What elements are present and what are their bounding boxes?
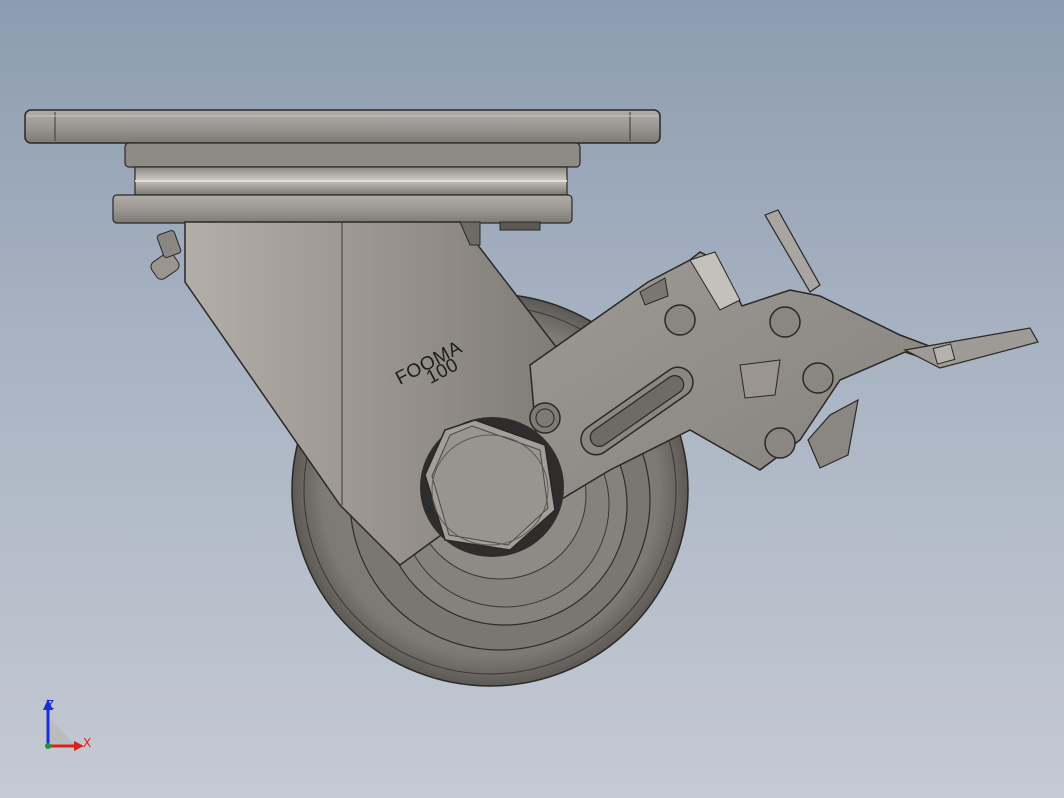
triad-z-label: Z [46, 698, 54, 712]
coordinate-triad: Z X [43, 698, 91, 751]
pivot-hole-4 [764, 427, 796, 459]
triad-x-label: X [83, 736, 91, 750]
caster-model[interactable]: FOOMA 100 [0, 0, 1064, 798]
top-mounting-plate[interactable] [24, 109, 661, 144]
graphics-viewport[interactable]: FOOMA 100 Z X [0, 0, 1064, 798]
swivel-bearing[interactable] [112, 142, 581, 231]
brake-arm[interactable] [529, 209, 1039, 501]
pivot-hole-3 [802, 362, 834, 394]
pivot-hole-2 [769, 306, 801, 338]
axle-nut[interactable] [420, 417, 564, 557]
small-bolt-hole [529, 402, 561, 434]
pivot-hole-1 [664, 304, 696, 336]
grease-fitting[interactable] [149, 229, 182, 282]
